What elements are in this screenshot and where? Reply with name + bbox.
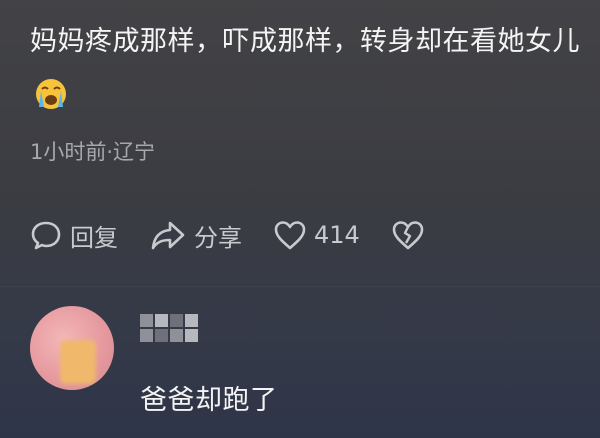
share-arrow-icon (151, 221, 185, 250)
reply-label: 回复 (70, 223, 118, 252)
share-label: 分享 (194, 223, 242, 252)
reply-text: 爸爸却跑了 (140, 385, 278, 416)
comment-meta: 1小时前·辽宁 (30, 140, 156, 164)
comment-text: 妈妈疼成那样，吓成那样，转身却在看她女儿 (30, 14, 590, 131)
like-button[interactable]: 414 (272, 217, 360, 253)
comment-actions: 回复 分享 414 (28, 214, 456, 256)
loudly-crying-face-icon (34, 75, 68, 131)
broken-heart-icon (392, 221, 424, 250)
heart-icon (274, 221, 306, 250)
comment-body: 妈妈疼成那样，吓成那样，转身却在看她女儿 (30, 26, 580, 57)
chat-bubble-icon (31, 221, 61, 250)
dislike-button[interactable] (390, 217, 426, 253)
avatar-image (60, 340, 96, 384)
username-pixelated[interactable] (140, 314, 198, 342)
share-button[interactable]: 分享 (148, 217, 242, 253)
divider (0, 286, 600, 287)
avatar[interactable] (30, 306, 114, 390)
reply-button[interactable]: 回复 (28, 217, 118, 253)
like-count: 414 (314, 221, 360, 249)
